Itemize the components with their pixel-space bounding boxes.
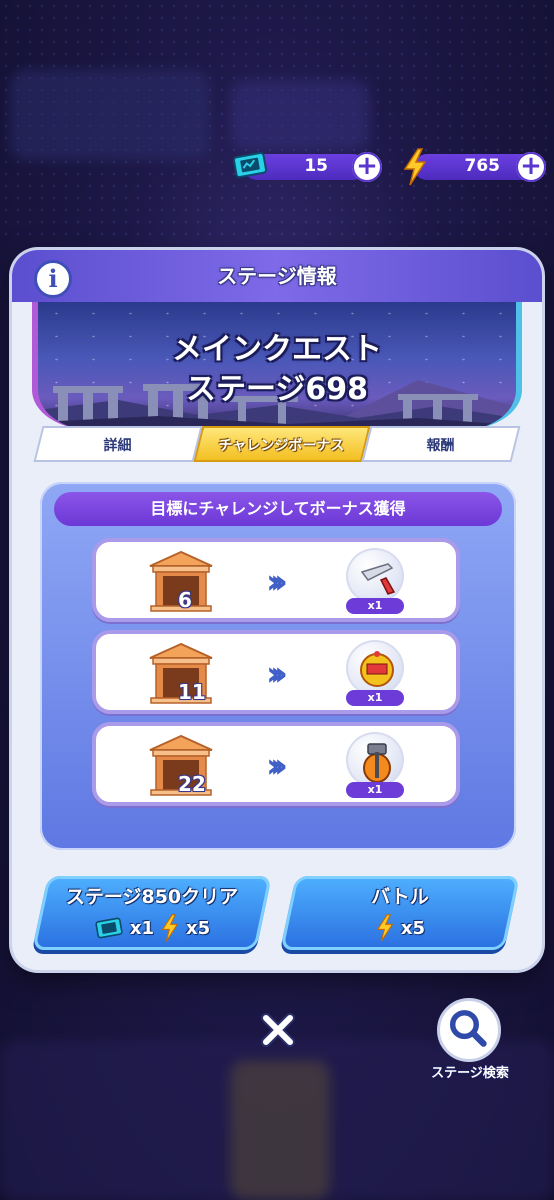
challenge-row: 11 ››› x1: [92, 630, 460, 714]
building-count: 11: [178, 680, 206, 704]
tab-details[interactable]: 詳細: [33, 426, 203, 462]
reward-item[interactable]: x1: [344, 548, 406, 614]
challenge-row: 22 ››› x1: [92, 722, 460, 806]
challenge-row: 6 ››› x1: [92, 538, 460, 622]
tab-challenge-bonus[interactable]: チャレンジボーナス: [193, 426, 371, 462]
building-count: 22: [178, 772, 206, 796]
dialog-title: ステージ情報: [217, 264, 337, 288]
stage-search-label: ステージ検索: [431, 1066, 509, 1081]
ticket-cost: x1: [129, 917, 154, 939]
add-tickets-button[interactable]: +: [352, 152, 382, 182]
lightning-icon: [403, 148, 427, 186]
energy-count: 765: [464, 156, 501, 176]
lightning-icon: [161, 914, 179, 942]
battle-button[interactable]: バトル x5: [280, 876, 520, 950]
ticket-currency: 15 +: [232, 150, 384, 184]
panel-heading: 目標にチャレンジしてボーナス獲得: [54, 492, 502, 526]
ticket-icon: [232, 152, 268, 178]
reward-item[interactable]: x1: [344, 732, 406, 798]
stage-search-button[interactable]: [437, 998, 501, 1062]
stage-number-title: ステージ698: [185, 372, 369, 407]
reward-quantity: x1: [346, 782, 404, 798]
background-blur: [230, 1060, 330, 1200]
chevron-right-icon: ›››: [266, 654, 288, 694]
search-icon: [449, 1010, 487, 1047]
lightning-icon: [376, 914, 394, 942]
background-blur: [230, 80, 370, 150]
tab-bar: 詳細 チャレンジボーナス 報酬: [33, 426, 521, 462]
stage-banner: メインクエスト ステージ698: [32, 302, 522, 430]
stage-clear-label: ステージ850クリア: [65, 886, 239, 908]
quest-type-title: メインクエスト: [172, 332, 382, 367]
stage-info-dialog: ステージ情報 i メインクエスト ステージ698 詳細 チャレンジボーナス 報酬…: [12, 250, 542, 970]
challenge-panel: 目標にチャレンジしてボーナス獲得 6 ››› x1 11 ››› x1 22 ›…: [40, 482, 516, 850]
energy-currency: 765 +: [400, 148, 550, 186]
ticket-count: 15: [304, 156, 328, 176]
reward-quantity: x1: [346, 690, 404, 706]
building-count: 6: [178, 588, 192, 612]
reward-item[interactable]: x1: [344, 640, 406, 706]
energy-cost: x5: [186, 917, 211, 939]
close-icon[interactable]: [258, 1010, 298, 1050]
energy-cost: x5: [400, 917, 426, 939]
chevron-right-icon: ›››: [266, 562, 288, 602]
ticket-icon: [95, 917, 123, 939]
background-blur: [10, 70, 210, 160]
reward-quantity: x1: [346, 598, 404, 614]
stage-clear-button[interactable]: ステージ850クリア x1 x5: [32, 876, 272, 950]
add-energy-button[interactable]: +: [516, 152, 546, 182]
chevron-right-icon: ›››: [266, 746, 288, 786]
tab-rewards[interactable]: 報酬: [361, 426, 521, 462]
battle-label: バトル: [371, 886, 429, 908]
info-icon[interactable]: i: [34, 260, 72, 298]
